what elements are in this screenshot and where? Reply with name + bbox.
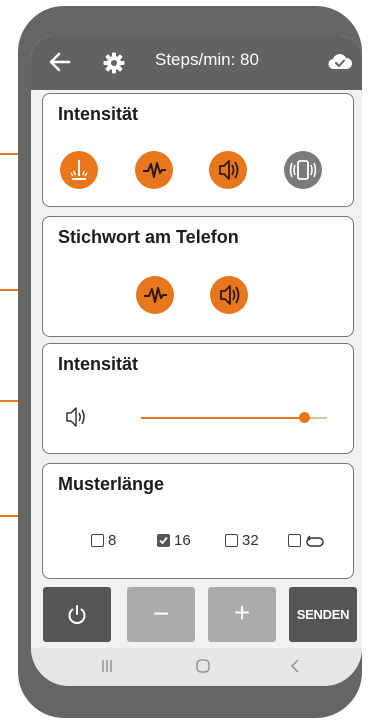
checkbox[interactable] [288,534,301,547]
send-button[interactable]: SENDEN [289,587,357,642]
recent-apps-icon[interactable] [101,659,113,673]
pattern-length-card: Musterlänge 8 16 32 [42,463,354,579]
option-label: 8 [108,532,117,549]
card-title: Stichwort am Telefon [58,227,239,247]
waveform-icon [144,287,167,303]
waveform-mode-button[interactable] [135,151,173,189]
pattern-length-option-32[interactable]: 32 [225,532,275,552]
vibration-mode-button[interactable] [60,151,98,189]
checkbox-checked[interactable] [157,534,170,547]
speaker-icon [219,160,239,180]
card-title: Musterlänge [58,474,165,494]
navigation-bar [31,648,362,686]
option-label: 32 [242,532,259,549]
power-icon [68,605,86,624]
phone-cue-waveform-button[interactable] [136,276,174,314]
volume-slider[interactable] [141,412,327,424]
checkbox[interactable] [91,534,104,547]
app-screen: Steps/min: 80 Intensität Stichwort am Te… [31,36,362,686]
phone-vibrate-icon [289,160,317,180]
option-label: 16 [174,532,191,549]
phone-cue-sound-button[interactable] [210,276,248,314]
cloud-check-icon[interactable] [328,53,352,71]
sound-mode-button[interactable] [209,151,247,189]
minus-label: − [152,598,170,629]
back-arrow-icon[interactable] [49,51,71,73]
phone-cue-card: Stichwort am Telefon [42,216,354,337]
speaker-icon [220,285,240,305]
steps-per-minute-label: Steps/min: 80 [155,50,259,69]
back-icon[interactable] [289,659,301,673]
top-bar: Steps/min: 80 [31,36,362,90]
checkbox[interactable] [225,534,238,547]
vibration-pulse-icon [70,160,88,180]
intensity-mode-card: Intensität [42,93,354,207]
speaker-icon [66,407,85,427]
send-label: SENDEN [296,607,350,622]
home-icon[interactable] [195,658,211,674]
slider-fill [141,417,305,419]
card-title: Intensität [58,354,139,374]
power-button[interactable] [43,587,111,642]
pattern-length-option-loop[interactable] [288,532,333,552]
decrease-button[interactable]: − [127,587,195,642]
phone-vibrate-mode-button[interactable] [284,151,322,189]
card-title: Intensität [58,104,139,124]
gear-icon[interactable] [103,52,125,74]
plus-label: + [233,597,251,628]
pattern-length-option-16[interactable]: 16 [157,532,207,552]
intensity-level-card: Intensität [42,343,354,454]
slider-thumb[interactable] [299,412,311,423]
loop-icon [306,535,324,547]
pattern-length-option-8[interactable]: 8 [91,532,131,552]
checkmark-icon [159,536,168,545]
increase-button[interactable]: + [208,587,276,642]
waveform-icon [143,162,166,178]
